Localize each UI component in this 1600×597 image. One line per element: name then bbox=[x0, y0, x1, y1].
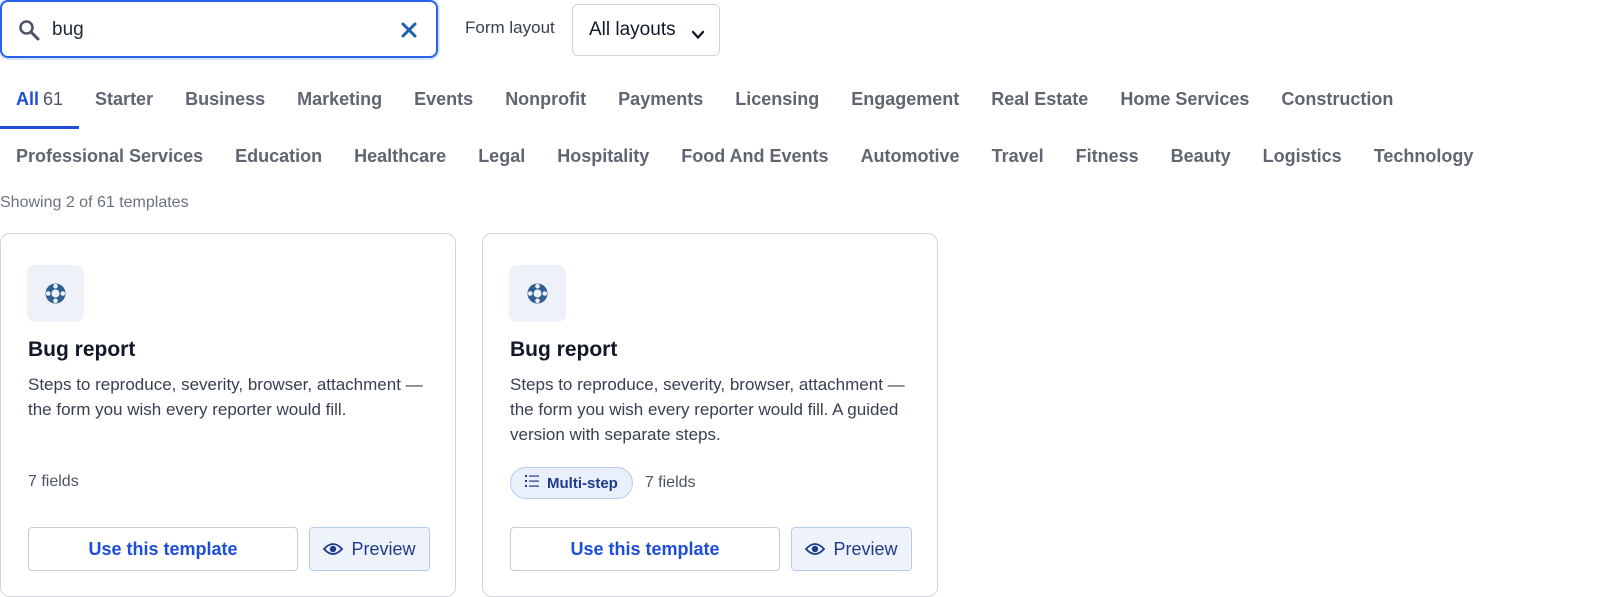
search-box[interactable] bbox=[0, 0, 438, 58]
list-icon bbox=[525, 474, 539, 492]
tab-label: Real Estate bbox=[991, 89, 1089, 109]
tab-education[interactable]: Education bbox=[219, 136, 338, 176]
tab-label: Hospitality bbox=[557, 146, 650, 166]
tab-label: Payments bbox=[618, 89, 704, 109]
preview-button[interactable]: Preview bbox=[791, 527, 912, 571]
tab-label: Home Services bbox=[1120, 89, 1250, 109]
tab-label: Professional Services bbox=[16, 146, 204, 166]
tab-label: All bbox=[16, 89, 40, 109]
tab-licensing[interactable]: Licensing bbox=[719, 79, 835, 119]
category-tabs-row-2: Professional Services Education Healthcare… bbox=[0, 136, 1489, 176]
search-input[interactable] bbox=[52, 14, 382, 46]
preview-button[interactable]: Preview bbox=[309, 527, 430, 571]
tab-home-services[interactable]: Home Services bbox=[1104, 79, 1265, 119]
tab-events[interactable]: Events bbox=[398, 79, 489, 119]
tab-label: Construction bbox=[1281, 89, 1394, 109]
tab-label: Technology bbox=[1373, 146, 1474, 166]
template-card: Bug report Steps to reproduce, severity, … bbox=[482, 233, 938, 597]
use-template-button[interactable]: Use this template bbox=[510, 527, 780, 571]
tab-label: Fitness bbox=[1075, 146, 1139, 166]
results-count: Showing 2 of 61 templates bbox=[0, 194, 189, 211]
template-card: Bug report Steps to reproduce, severity, … bbox=[0, 233, 456, 597]
tab-label: Automotive bbox=[860, 146, 960, 166]
tab-technology[interactable]: Technology bbox=[1358, 136, 1490, 176]
tab-label: Starter bbox=[95, 89, 154, 109]
tab-label: Healthcare bbox=[354, 146, 447, 166]
tab-legal[interactable]: Legal bbox=[462, 136, 541, 176]
template-title: Bug report bbox=[510, 338, 618, 361]
tab-label: Beauty bbox=[1170, 146, 1231, 166]
tab-label: Travel bbox=[991, 146, 1044, 166]
template-title: Bug report bbox=[28, 338, 136, 361]
chevron-down-icon bbox=[691, 25, 705, 39]
tab-fitness[interactable]: Fitness bbox=[1060, 136, 1155, 176]
tab-marketing[interactable]: Marketing bbox=[281, 79, 398, 119]
tab-label: Business bbox=[185, 89, 266, 109]
tab-label: Legal bbox=[478, 146, 526, 166]
tab-engagement[interactable]: Engagement bbox=[835, 79, 975, 119]
tab-all[interactable]: All 61 bbox=[0, 79, 80, 129]
tab-nonprofit[interactable]: Nonprofit bbox=[489, 79, 602, 119]
clear-search-icon[interactable] bbox=[400, 21, 418, 39]
tab-label: Education bbox=[235, 146, 323, 166]
tab-label: Engagement bbox=[851, 89, 960, 109]
template-meta: Multi-step 7 fields bbox=[510, 467, 696, 499]
tab-label: Marketing bbox=[297, 89, 383, 109]
badge-label: Multi-step bbox=[547, 474, 618, 492]
eye-icon bbox=[805, 542, 826, 556]
tab-food-and-events[interactable]: Food And Events bbox=[665, 136, 844, 176]
template-icon-box bbox=[509, 265, 566, 322]
tab-logistics[interactable]: Logistics bbox=[1247, 136, 1358, 176]
tab-business[interactable]: Business bbox=[169, 79, 281, 119]
use-template-label: Use this template bbox=[570, 538, 720, 559]
preview-label: Preview bbox=[351, 538, 416, 559]
field-count: 7 fields bbox=[644, 474, 696, 491]
template-description: Steps to reproduce, severity, browser, a… bbox=[510, 375, 905, 444]
use-template-label: Use this template bbox=[88, 538, 238, 559]
template-meta: 7 fields bbox=[28, 473, 79, 491]
tab-label: Nonprofit bbox=[505, 89, 587, 109]
tab-label: Events bbox=[414, 89, 474, 109]
template-icon-box bbox=[27, 265, 84, 322]
preview-label: Preview bbox=[833, 538, 898, 559]
tab-travel[interactable]: Travel bbox=[976, 136, 1060, 176]
eye-icon bbox=[323, 542, 344, 556]
field-count: 7 fields bbox=[28, 473, 79, 490]
tab-label: Logistics bbox=[1262, 146, 1342, 166]
multi-step-badge: Multi-step bbox=[510, 467, 633, 499]
tab-starter[interactable]: Starter bbox=[79, 79, 169, 119]
form-layout-label: Form layout bbox=[465, 18, 555, 37]
tab-automotive[interactable]: Automotive bbox=[845, 136, 976, 176]
category-tabs-row-1: All 61 Starter Business Marketing Events Nonpr… bbox=[0, 79, 1409, 129]
tab-hospitality[interactable]: Hospitality bbox=[541, 136, 665, 176]
search-icon bbox=[18, 19, 40, 41]
form-layout-value: All layouts bbox=[589, 19, 676, 40]
use-template-button[interactable]: Use this template bbox=[28, 527, 298, 571]
tab-label: Licensing bbox=[735, 89, 820, 109]
tab-beauty[interactable]: Beauty bbox=[1155, 136, 1247, 176]
tab-count: 61 bbox=[43, 89, 64, 109]
tab-real-estate[interactable]: Real Estate bbox=[975, 79, 1104, 119]
tab-healthcare[interactable]: Healthcare bbox=[338, 136, 462, 176]
tab-label: Food And Events bbox=[681, 146, 829, 166]
tab-payments[interactable]: Payments bbox=[602, 79, 719, 119]
form-layout-select[interactable]: All layouts bbox=[572, 4, 720, 56]
tab-construction[interactable]: Construction bbox=[1265, 79, 1409, 119]
template-description: Steps to reproduce, severity, browser, a… bbox=[28, 375, 423, 419]
tab-professional-services[interactable]: Professional Services bbox=[0, 136, 219, 176]
